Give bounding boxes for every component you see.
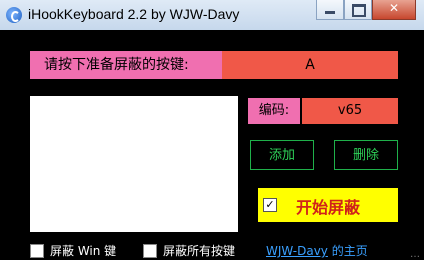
app-icon [6,7,22,23]
homepage-link-name[interactable]: WJW-Davy [266,244,328,258]
add-button[interactable]: 添加 [250,140,314,170]
start-checkbox[interactable]: ✓ [263,198,277,212]
window-title: iHookKeyboard 2.2 by WJW-Davy [28,6,240,22]
block-win-label: 屏蔽 Win 键 [50,244,117,258]
pressed-key-display: A [222,51,398,79]
homepage-link-suffix: 的主页 [327,244,368,258]
block-win-option[interactable]: 屏蔽 Win 键 [30,242,116,259]
block-all-label: 屏蔽所有按键 [163,244,236,258]
prompt-label: 请按下准备屏蔽的按键: [30,51,222,79]
delete-button[interactable]: 删除 [334,140,398,170]
block-win-checkbox[interactable] [30,243,44,258]
minimize-button[interactable] [316,0,344,20]
watermark: … [410,249,420,260]
block-all-option[interactable]: 屏蔽所有按键 [143,242,235,259]
start-blocking-label: 开始屏蔽 [296,198,361,217]
title-bar[interactable]: iHookKeyboard 2.2 by WJW-Davy [0,0,424,30]
close-button[interactable] [372,0,416,20]
code-label: 编码: [248,98,300,124]
code-value: v65 [302,98,398,124]
start-blocking-toggle[interactable]: ✓ 开始屏蔽 [258,188,398,222]
maximize-button[interactable] [344,0,372,20]
homepage-link[interactable]: WJW-Davy 的主页 [266,242,368,259]
blocked-keys-list[interactable] [30,96,238,232]
window-controls [316,0,416,20]
block-all-checkbox[interactable] [143,243,157,258]
